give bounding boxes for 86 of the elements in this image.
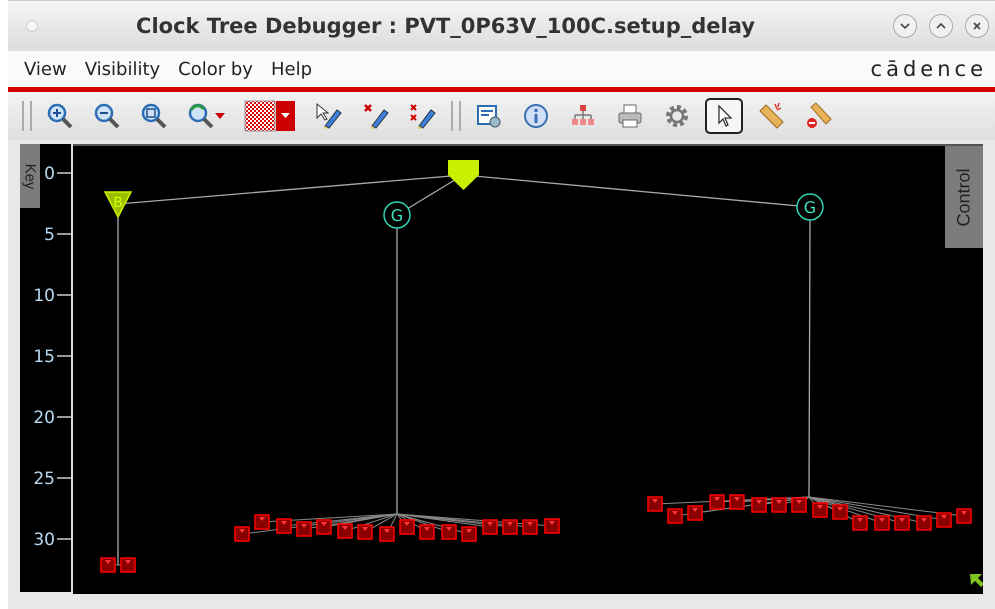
- tick-mark: [57, 355, 71, 357]
- gate-node: G: [383, 201, 411, 229]
- buffer-node: B: [104, 191, 132, 219]
- close-button[interactable]: [965, 14, 989, 38]
- corner-arrow-icon: [970, 574, 983, 587]
- zoom-out-icon: [93, 102, 121, 130]
- sink-node: [296, 521, 312, 537]
- sink-node: [956, 508, 972, 524]
- sink-node: [254, 514, 270, 530]
- sink-node: [441, 524, 457, 540]
- sink-node: [120, 557, 136, 573]
- sink-node: [100, 557, 116, 573]
- sink-node: [502, 519, 518, 535]
- sink-node: [357, 524, 373, 540]
- sink-node: [667, 508, 683, 524]
- gate-node: G: [796, 193, 824, 221]
- tick-mark: [57, 294, 71, 296]
- pen-cursor-icon: [315, 102, 343, 130]
- caret-icon: [215, 113, 225, 119]
- source-node: [448, 160, 479, 190]
- sink-node: [544, 518, 560, 534]
- tick-mark: [57, 538, 71, 540]
- window-title: Clock Tree Debugger : PVT_0P63V_100C.setup_delay: [135, 14, 756, 38]
- close-icon: [973, 22, 981, 30]
- sink-node: [687, 505, 703, 521]
- sink-node: [482, 519, 498, 535]
- ruler-minus-icon: [804, 102, 832, 130]
- ruler-icon: [757, 102, 785, 130]
- sink-node: [709, 494, 725, 510]
- axis-label: 10: [33, 286, 55, 306]
- sink-node: [874, 515, 890, 531]
- pen-crosses-icon: [409, 102, 437, 130]
- tick-mark: [57, 416, 71, 418]
- sink-node: [832, 504, 848, 520]
- sink-node: [852, 515, 868, 531]
- pointer-button[interactable]: [705, 98, 743, 134]
- sink-node: [894, 515, 910, 531]
- axis-label: 30: [33, 530, 55, 550]
- sink-node: [399, 519, 415, 535]
- sink-node: [916, 515, 932, 531]
- sink-node: [337, 523, 353, 539]
- sink-node: [276, 518, 292, 534]
- sink-node: [461, 526, 477, 542]
- sink-node: [234, 526, 250, 542]
- axis-label: 15: [33, 347, 55, 367]
- tick-mark: [57, 172, 71, 174]
- sink-node: [522, 519, 538, 535]
- zoom-fit-icon: [140, 102, 168, 130]
- sink-node: [812, 502, 828, 518]
- minimize-button[interactable]: [893, 14, 917, 38]
- chevron-down-icon: [900, 23, 910, 29]
- axis-label: 0: [44, 164, 55, 184]
- toolbar-grip: [451, 101, 461, 131]
- company-logo: cādence: [870, 57, 987, 81]
- axis-label: 5: [44, 225, 55, 245]
- sink-node: [791, 497, 807, 513]
- pattern-icon: [244, 100, 296, 132]
- sink-node: [647, 496, 663, 512]
- sink-node: [771, 497, 787, 513]
- sink-node: [419, 524, 435, 540]
- sink-node: [729, 494, 745, 510]
- printer-icon: [616, 102, 644, 130]
- info-icon: [522, 102, 550, 130]
- axis-label: 25: [33, 469, 55, 489]
- axis-label: 20: [33, 408, 55, 428]
- toolbar-grip: [22, 101, 32, 131]
- sink-node: [751, 497, 767, 513]
- key-tab[interactable]: Key: [20, 144, 40, 208]
- report-icon: [475, 102, 503, 130]
- zoom-back-icon: [187, 102, 215, 130]
- sink-node: [379, 526, 395, 542]
- menu-item[interactable]: View: [24, 58, 67, 80]
- window-dot-icon: [26, 20, 38, 32]
- menu-item[interactable]: Color by: [178, 58, 253, 80]
- tick-mark: [57, 233, 71, 235]
- settings-icon: [663, 102, 691, 130]
- control-tab[interactable]: Control: [945, 146, 983, 248]
- sink-node: [316, 519, 332, 535]
- chevron-up-icon: [936, 23, 946, 29]
- tick-mark: [57, 477, 71, 479]
- pen-cross-icon: [362, 102, 390, 130]
- menu-item[interactable]: Visibility: [84, 58, 160, 80]
- zoom-in-icon: [46, 102, 74, 130]
- sink-node: [936, 512, 952, 528]
- menu-item[interactable]: Help: [270, 58, 312, 80]
- maximize-button[interactable]: [929, 14, 953, 38]
